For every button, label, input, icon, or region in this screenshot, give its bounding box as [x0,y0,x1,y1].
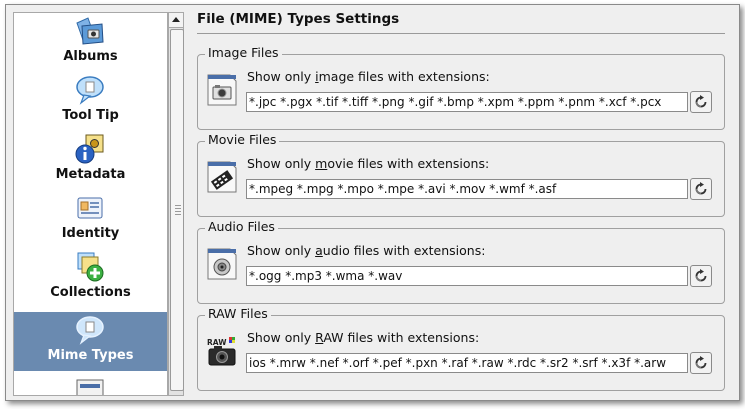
audio-revert-button[interactable] [690,265,712,287]
tooltip-icon [76,76,104,105]
thumb-grip-line [175,214,181,215]
sidebar-item-metadata[interactable]: Metadata [14,131,167,190]
group-title: Audio Files [205,219,278,234]
thumb-grip-line [175,211,181,212]
movie-revert-button[interactable] [690,178,712,200]
metadata-icon [75,134,104,164]
revert-icon [695,269,707,282]
revert-icon [695,182,707,195]
movie-extensions-input[interactable]: *.mpeg *.mpg *.mpo *.mpe *.avi *.mov *.w… [246,179,688,199]
group-description: Show only image files with extensions: [247,69,490,84]
sidebar-item-label: Tool Tip [62,108,119,123]
sidebar-item-label: Mime Types [47,348,134,363]
image-files-group: Image Files Show only image files with e… [197,45,725,130]
group-title: Movie Files [205,132,280,147]
group-title: Image Files [205,45,282,60]
sidebar-scrollbar[interactable] [168,12,184,396]
raw-icon-text: RAW [207,338,227,347]
sidebar-item-collections[interactable]: Collections [14,249,167,308]
image-revert-button[interactable] [690,91,712,113]
raw-revert-button[interactable] [690,352,712,374]
sidebar-item-label: Identity [61,226,120,241]
audio-files-group: Audio Files Show only audio files with e… [197,219,725,304]
sidebar-item-label: Collections [50,285,131,300]
thumb-grip-line [175,208,181,209]
audio-extensions-input[interactable]: *.ogg *.mp3 *.wma *.wav [246,266,688,286]
sidebar-item-albums[interactable]: Albums [14,13,167,72]
movie-files-group: Movie Files Show only movie files with e… [197,132,725,217]
raw-file-icon: RAW [206,334,238,368]
group-description: Show only RAW files with extensions: [247,330,480,345]
settings-window: Albums Tool Tip Metadata Identity Collec… [5,4,740,401]
sidebar-item-identity[interactable]: Identity [14,190,167,249]
image-extensions-input[interactable]: *.jpc *.pgx *.tif *.tiff *.png *.gif *.b… [246,92,688,112]
page-title: File (MIME) Types Settings [197,11,400,27]
identity-icon [77,197,103,219]
group-description: Show only movie files with extensions: [247,156,490,171]
thumb-grip-line [175,205,181,206]
sidebar-item-mime-types[interactable]: Mime Types [14,312,167,371]
sidebar-item-label: Albums [63,49,118,64]
albums-icon [76,17,104,45]
group-description: Show only audio files with extensions: [247,243,486,258]
sidebar-item-label: Metadata [55,167,126,182]
next-item-icon [76,379,104,395]
mime-types-icon [76,316,104,345]
movie-file-icon [207,161,237,193]
scrollbar-thumb[interactable] [170,29,184,391]
sidebar-item-tooltip[interactable]: Tool Tip [14,72,167,131]
title-divider [197,33,725,34]
raw-extensions-input[interactable]: ios *.mrw *.nef *.orf *.pef *.pxn *.raf … [246,353,688,373]
collections-icon [77,252,104,282]
raw-files-group: RAW Files RAW Show only RAW files with e… [197,306,725,391]
sidebar: Albums Tool Tip Metadata Identity Collec… [13,12,168,396]
image-file-icon [207,74,237,106]
audio-file-icon [207,248,237,280]
revert-icon [695,95,707,108]
revert-icon [695,356,707,369]
scroll-up-button[interactable] [169,13,183,28]
group-title: RAW Files [205,306,271,321]
arrow-up-icon [172,17,180,22]
